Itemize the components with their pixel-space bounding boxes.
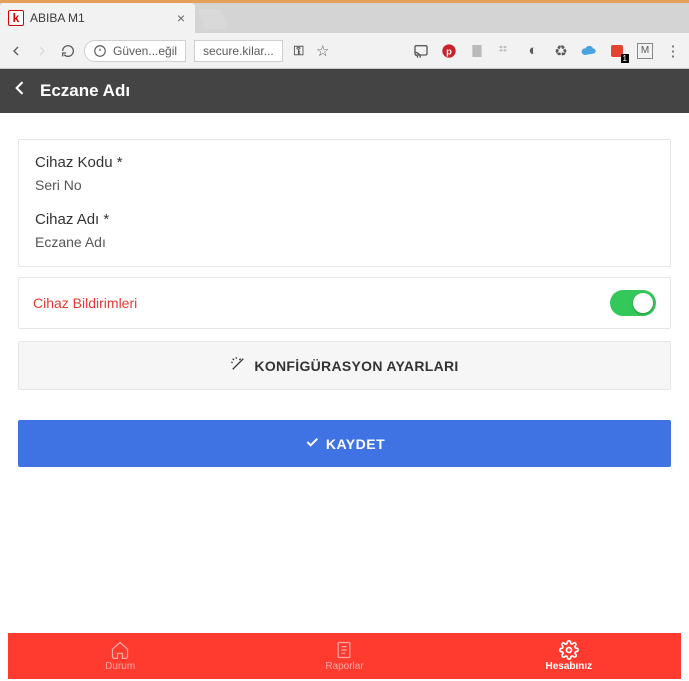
app-header: Eczane Adı — [0, 69, 689, 113]
nav-item-hesabiniz[interactable]: Hesabınız — [457, 633, 681, 679]
nav-label: Raporlar — [325, 661, 363, 672]
key-icon[interactable]: ⚿ — [291, 43, 307, 59]
svg-text:p: p — [446, 46, 452, 56]
todoist-icon[interactable] — [609, 43, 625, 59]
save-button-label: KAYDET — [326, 436, 385, 452]
notifications-row: Cihaz Bildirimleri — [18, 277, 671, 329]
nav-label: Hesabınız — [545, 661, 592, 672]
security-chip[interactable]: Güven...eğil — [84, 40, 186, 62]
page-title: Eczane Adı — [40, 81, 130, 101]
device-name-label: Cihaz Adı * — [35, 211, 654, 228]
tab-close-icon[interactable]: × — [177, 10, 185, 26]
check-icon — [304, 434, 320, 453]
main-content: Cihaz Kodu * Seri No Cihaz Adı * Eczane … — [0, 113, 689, 635]
dropbox-icon[interactable] — [497, 43, 513, 59]
address-text: secure.kilar... — [203, 44, 274, 58]
menu-icon[interactable]: ⋮ — [665, 43, 681, 59]
device-info-card: Cihaz Kodu * Seri No Cihaz Adı * Eczane … — [18, 139, 671, 267]
nav-item-raporlar[interactable]: Raporlar — [232, 633, 456, 679]
wand-icon — [230, 356, 246, 375]
cast-icon[interactable] — [413, 43, 429, 59]
favicon: k — [8, 10, 24, 26]
extension-icon-2[interactable]: M — [637, 43, 653, 59]
back-chevron-icon[interactable] — [10, 78, 30, 104]
config-button-label: KONFİGÜRASYON AYARLARI — [254, 358, 458, 374]
pdf-icon[interactable] — [469, 43, 485, 59]
report-icon — [334, 640, 354, 660]
browser-toolbar: Güven...eğil secure.kilar... ⚿ ☆ p ◐ ♻ M… — [0, 33, 689, 69]
notifications-label: Cihaz Bildirimleri — [33, 295, 137, 311]
nav-item-durum[interactable]: Durum — [8, 633, 232, 679]
tab-title: ABIBA M1 — [30, 11, 171, 25]
device-name-value[interactable]: Eczane Adı — [35, 234, 654, 250]
save-button[interactable]: KAYDET — [18, 420, 671, 467]
security-text: Güven...eğil — [113, 44, 177, 58]
recycle-icon[interactable]: ♻ — [553, 43, 569, 59]
gear-icon — [559, 640, 579, 660]
new-tab-button[interactable] — [197, 9, 228, 29]
back-icon[interactable] — [8, 43, 24, 59]
browser-tab[interactable]: k ABIBA M1 × — [0, 3, 195, 33]
forward-icon[interactable] — [34, 43, 50, 59]
reload-icon[interactable] — [60, 43, 76, 59]
cloud-icon[interactable] — [581, 43, 597, 59]
device-code-label: Cihaz Kodu * — [35, 154, 654, 171]
browser-tab-bar: k ABIBA M1 × — [0, 0, 689, 33]
address-bar[interactable]: secure.kilar... — [194, 40, 283, 62]
star-icon[interactable]: ☆ — [315, 43, 331, 59]
extension-icon-1[interactable]: ◐ — [525, 43, 541, 59]
pinterest-icon[interactable]: p — [441, 43, 457, 59]
notifications-toggle[interactable] — [610, 290, 656, 316]
config-button[interactable]: KONFİGÜRASYON AYARLARI — [18, 341, 671, 390]
bottom-nav: Durum Raporlar Hesabınız — [8, 633, 681, 679]
nav-label: Durum — [105, 661, 135, 672]
device-code-value[interactable]: Seri No — [35, 177, 654, 193]
home-icon — [110, 640, 130, 660]
